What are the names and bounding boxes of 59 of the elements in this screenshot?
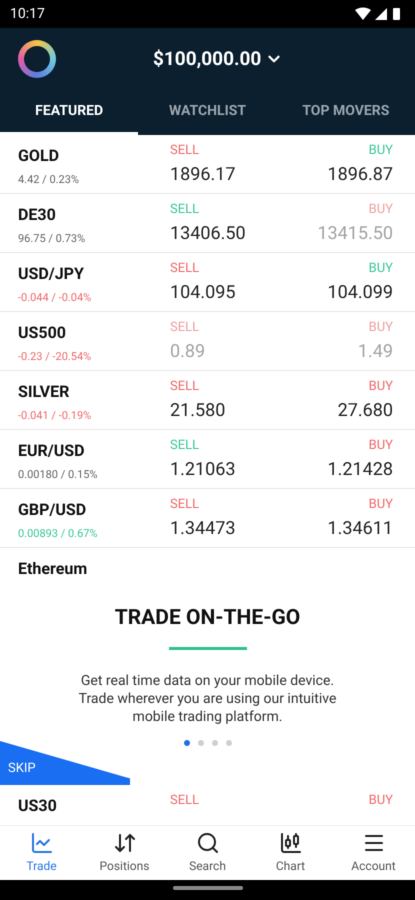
instrument-name: US30 [18,795,58,817]
tab[interactable]: TOP MOVERS [276,90,415,135]
buy-price[interactable]: 104.099 [328,281,393,305]
nav-tab[interactable]: Account [332,826,415,880]
sell-price[interactable]: 13406.50 [170,222,246,246]
instrument-name: GBP/USD [18,499,88,521]
instrument-name: USD/JPY [18,263,85,285]
balance-dropdown[interactable]: $100,000.00 [153,44,284,74]
buy-label: BUY [368,143,393,159]
buy-label: BUY [368,202,393,218]
buy-price[interactable]: 1.34611 [328,517,393,541]
status-time: 10:17 [10,4,45,24]
instrument-name: US500 [18,322,67,344]
onboarding-text: Get real time data on your mobile device. Trade wherever you are using our intuitive mobile trading platform. [78,672,338,726]
instrument-name: GOLD [18,145,60,167]
nav-tab[interactable]: Search [166,826,249,880]
buy-label: BUY [368,379,393,395]
buy-price[interactable]: 1896.87 [328,163,393,187]
line-chart-icon [30,831,54,855]
price-change: -0.044 / -0.04% [18,291,92,305]
sell-label: SELL [170,497,200,513]
sell-label: SELL [170,202,200,218]
candlestick-icon [278,831,302,855]
logo-ring-icon [18,40,56,78]
nav-tab[interactable]: Positions [83,826,166,880]
sell-price[interactable]: 1.34473 [170,517,236,541]
price-change: -0.23 / -20.54% [18,350,92,364]
sell-price[interactable]: 21.580 [170,399,226,423]
onboarding-title: TRADE ON-THE-GO [114,605,300,632]
buy-price[interactable]: 27.680 [338,399,393,423]
instrument-name: SILVER [18,381,70,403]
buy-price[interactable]: 1.21428 [328,458,393,482]
sell-label: SELL [170,261,200,277]
price-change: 0.00893 / 0.67% [18,527,98,541]
sell-label: SELL [170,143,200,159]
sell-label: SELL [170,320,200,336]
instrument-name: DE30 [18,204,57,226]
price-change: 4.42 / 0.23% [18,173,80,187]
sell-price[interactable]: 1896.17 [170,163,236,187]
buy-label: BUY [368,438,393,454]
sell-price[interactable]: 104.095 [170,281,236,305]
nav-tab[interactable]: Chart [249,826,332,880]
instrument-name: EUR/USD [18,440,86,462]
price-change: -0.041 / -0.19% [18,409,92,423]
buy-label: BUY [368,497,393,513]
price-change: 0.00180 / 0.15% [18,468,98,482]
sell-label: SELL [170,793,200,809]
price-change: 96.75 / 0.73% [18,232,86,246]
search-icon [196,831,220,855]
buy-label: BUY [368,793,393,809]
tab[interactable]: WATCHLIST [138,90,277,135]
up-down-arrows-icon [112,831,136,855]
sell-label: SELL [170,379,200,395]
instrument-name: Ethereum [18,558,88,580]
sell-price[interactable]: 1.21063 [170,458,236,482]
buy-label: BUY [368,320,393,336]
sell-label: SELL [170,438,200,454]
nav-tab[interactable]: Trade [0,826,83,880]
buy-label: BUY [368,261,393,277]
